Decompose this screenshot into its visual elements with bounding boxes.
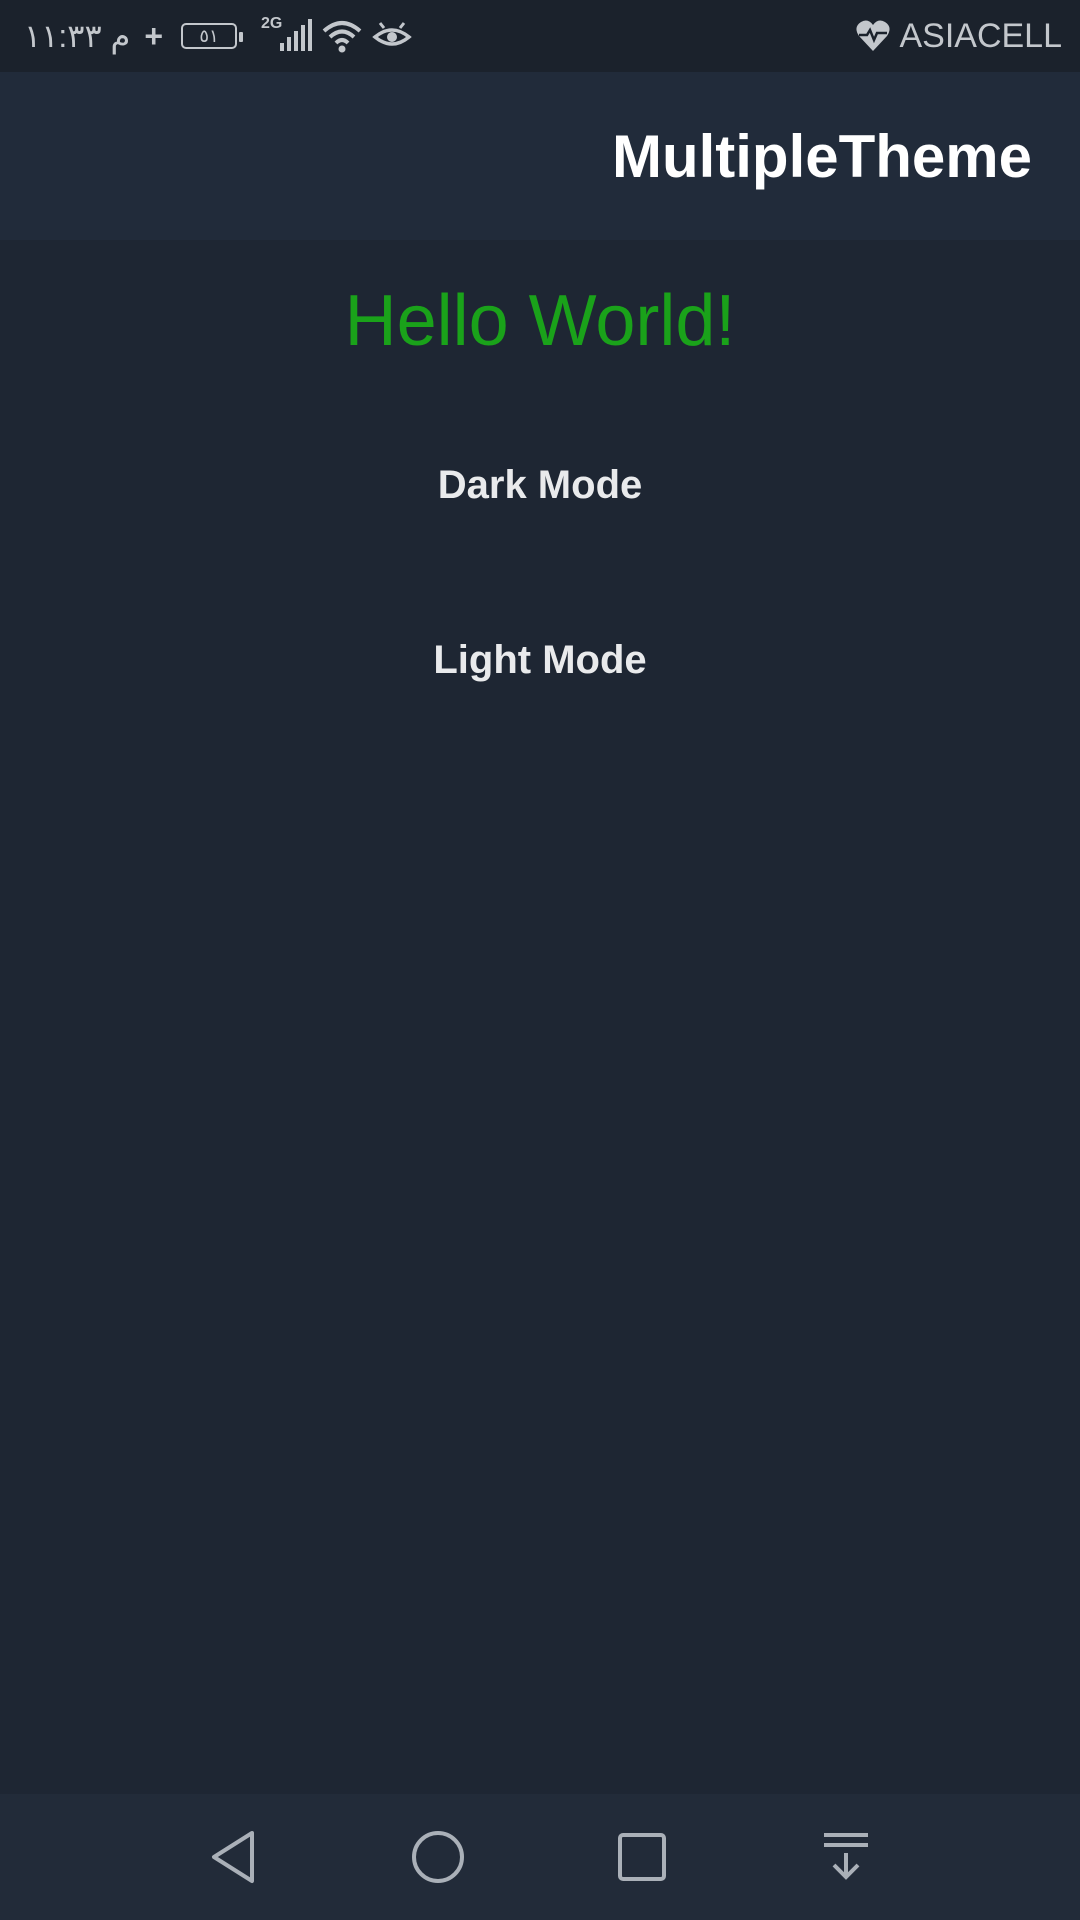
dark-mode-button[interactable]: Dark Mode [340, 435, 740, 535]
battery-icon: ٥١ [181, 23, 244, 49]
light-mode-button[interactable]: Light Mode [340, 610, 740, 710]
status-bar: م ١١:٣٣ + ٥١ 2G ASIACELL [0, 0, 1080, 72]
status-left-group: م ١١:٣٣ + ٥١ 2G [24, 0, 413, 72]
signal-icon [278, 19, 313, 53]
heart-pulse-icon [855, 19, 891, 53]
eye-icon [372, 19, 413, 53]
main-content: Hello World! Dark Mode Light Mode [0, 240, 1080, 1794]
hello-world-text: Hello World! [344, 281, 736, 361]
carrier-name: ASIACELL [899, 16, 1062, 55]
wifi-icon [322, 19, 362, 53]
app-bar: MultipleTheme [0, 72, 1080, 240]
home-icon[interactable] [408, 1827, 468, 1887]
status-time: م ١١:٣٣ [24, 18, 131, 54]
navigation-bar [0, 1794, 1080, 1920]
app-title: MultipleTheme [611, 123, 1032, 190]
notification-pull-icon[interactable] [816, 1827, 876, 1887]
charging-indicator: + [144, 17, 164, 54]
network-type-label: 2G [261, 15, 283, 32]
status-right-group: ASIACELL [855, 0, 1062, 72]
battery-level: ٥١ [199, 25, 219, 46]
recents-icon[interactable] [612, 1827, 672, 1887]
back-icon[interactable] [204, 1827, 264, 1887]
